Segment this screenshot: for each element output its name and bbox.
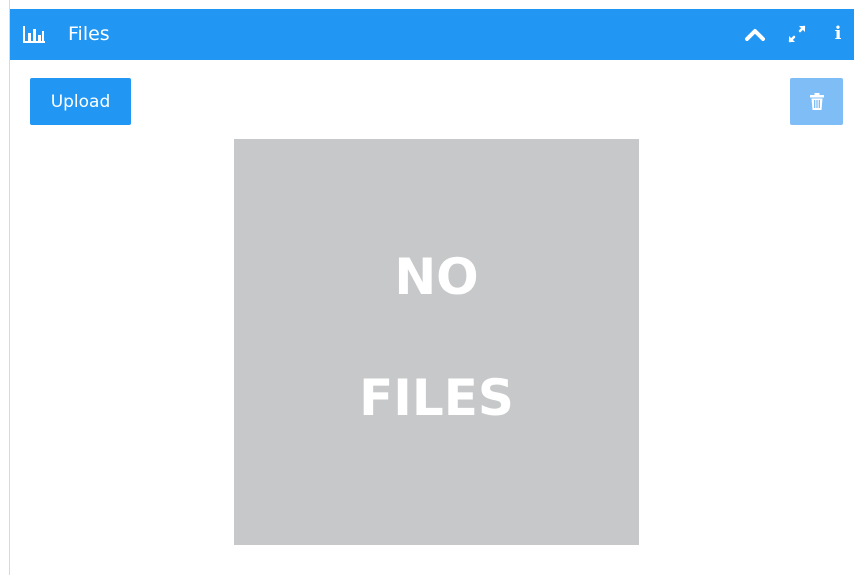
collapse-button[interactable] xyxy=(743,22,767,46)
trash-icon xyxy=(809,93,824,110)
no-files-placeholder: NO FILES xyxy=(234,139,639,545)
panel-header: Files i xyxy=(10,9,854,60)
placeholder-line-1: NO xyxy=(394,248,479,306)
files-widget-screen: Files i Upload NO FILES xyxy=(0,0,854,575)
placeholder-line-2: FILES xyxy=(359,369,514,427)
left-edge-divider xyxy=(0,0,10,575)
info-button[interactable]: i xyxy=(830,22,846,46)
expand-button[interactable] xyxy=(785,22,809,46)
delete-button[interactable] xyxy=(790,78,843,125)
expand-arrows-icon xyxy=(788,25,806,43)
upload-button[interactable]: Upload xyxy=(30,78,131,125)
info-icon: i xyxy=(834,23,842,44)
files-panel: Files i Upload NO FILES xyxy=(10,9,854,575)
chevron-up-icon xyxy=(745,29,765,41)
panel-title: Files xyxy=(68,23,110,45)
bar-chart-icon xyxy=(23,26,45,43)
